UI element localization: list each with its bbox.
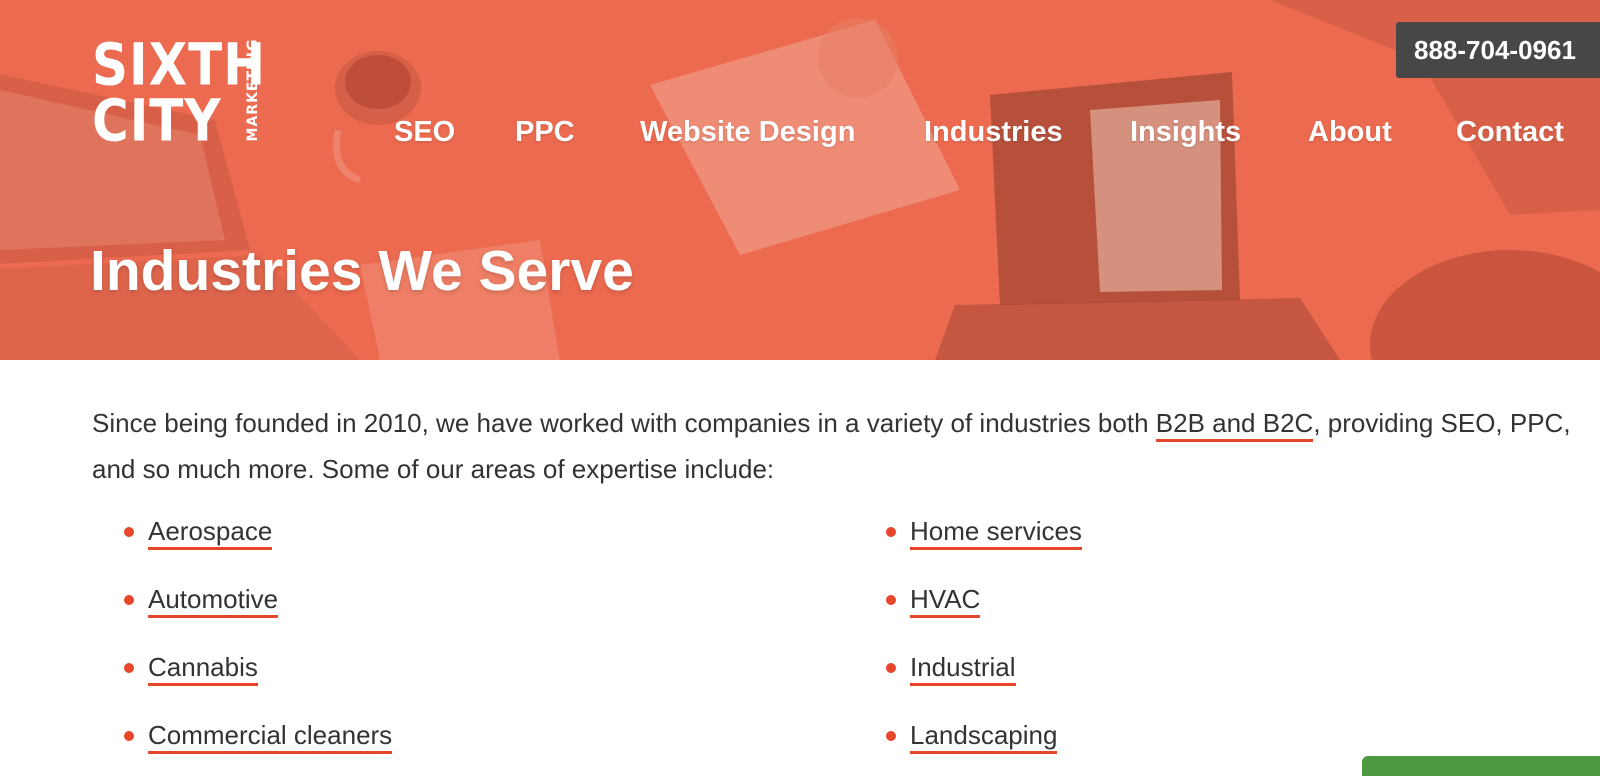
industry-link-commercial-cleaners[interactable]: Commercial cleaners: [148, 720, 393, 754]
b2b-b2c-link[interactable]: B2B and B2C: [1155, 408, 1314, 442]
bullet-icon: [124, 663, 134, 673]
industry-link-landscaping[interactable]: Landscaping: [910, 720, 1058, 754]
intro-text-start: Since being founded in 2010, we have wor…: [92, 408, 1156, 438]
phone-number-button[interactable]: 888-704-0961: [1396, 22, 1600, 78]
industries-list-left: Aerospace Automotive Cannabis Commercial…: [124, 508, 393, 780]
industry-link-hvac[interactable]: HVAC: [910, 584, 981, 618]
sixth-city-logo[interactable]: SIXTH CITY MARKETING: [92, 31, 272, 155]
nav-item-insights[interactable]: Insights: [1130, 112, 1241, 152]
industry-link-automotive[interactable]: Automotive: [148, 584, 279, 618]
industry-link-cannabis[interactable]: Cannabis: [148, 652, 258, 686]
logo-word-city: CITY: [92, 87, 222, 155]
industry-link-aerospace[interactable]: Aerospace: [148, 516, 273, 550]
list-item: Automotive: [124, 576, 392, 644]
list-item: Landscaping: [886, 712, 1082, 780]
industries-list-right: Home services HVAC Industrial Landscapin…: [886, 508, 1082, 780]
bullet-icon: [886, 731, 896, 741]
nav-item-contact[interactable]: Contact: [1456, 112, 1564, 152]
list-item: Home services: [886, 508, 1082, 576]
list-item: Commercial cleaners: [124, 712, 393, 780]
logo-word-sixth: SIXTH: [92, 31, 267, 99]
nav-item-seo[interactable]: SEO: [394, 112, 455, 152]
bullet-icon: [886, 595, 896, 605]
bullet-icon: [124, 731, 134, 741]
list-item: Aerospace: [124, 508, 392, 576]
industry-link-home-services[interactable]: Home services: [910, 516, 1082, 550]
bullet-icon: [124, 595, 134, 605]
list-item: HVAC: [886, 576, 1082, 644]
nav-item-ppc[interactable]: PPC: [515, 112, 575, 152]
nav-item-about[interactable]: About: [1308, 112, 1392, 152]
intro-paragraph: Since being founded in 2010, we have wor…: [92, 400, 1592, 492]
nav-item-website-design[interactable]: Website Design: [640, 112, 855, 152]
chat-widget-tab[interactable]: [1362, 756, 1600, 776]
list-item: Cannabis: [124, 644, 392, 712]
hero-banner: SIXTH CITY MARKETING 888-704-0961 SEO PP…: [0, 0, 1600, 360]
nav-item-industries[interactable]: Industries: [924, 112, 1063, 152]
logo-word-marketing: MARKETING: [245, 38, 261, 142]
bullet-icon: [886, 663, 896, 673]
bullet-icon: [886, 527, 896, 537]
page-title: Industries We Serve: [90, 239, 634, 303]
industry-link-industrial[interactable]: Industrial: [910, 652, 1016, 686]
list-item: Industrial: [886, 644, 1082, 712]
bullet-icon: [124, 527, 134, 537]
